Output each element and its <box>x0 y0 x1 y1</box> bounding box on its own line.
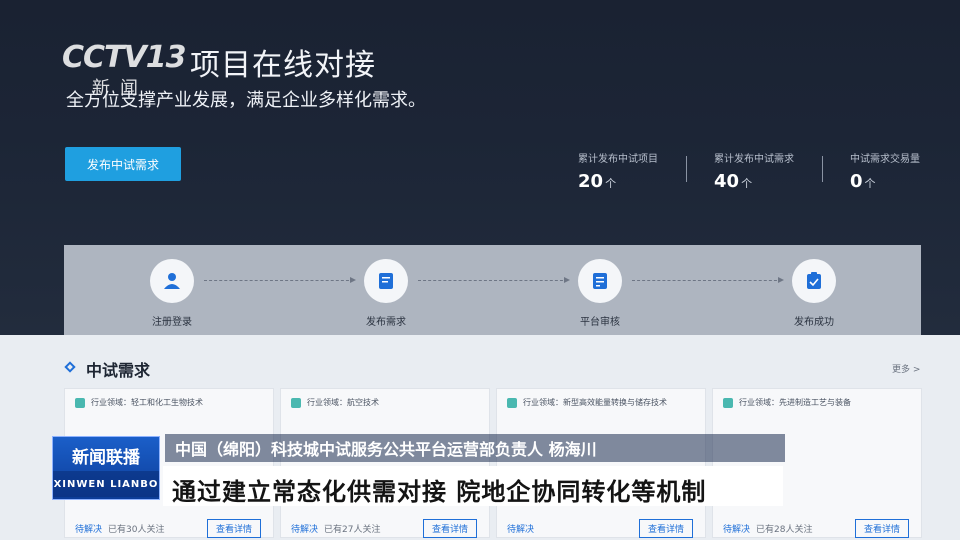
review-icon <box>578 259 622 303</box>
stat-number: 20 <box>578 171 604 192</box>
edit-document-icon <box>364 259 408 303</box>
card-tag: 行业领域：航空技术 <box>291 397 379 408</box>
card-tag: 行业领域：轻工和化工生物技术 <box>75 397 203 408</box>
card-tag-text: 行业领域：新型高效能量转换与储存技术 <box>523 398 667 407</box>
step-success: 发布成功 <box>769 259 859 328</box>
page-title: 项目在线对接 <box>190 48 376 83</box>
stat-value: 40 个 <box>714 171 794 192</box>
stat-label: 中试需求交易量 <box>850 154 920 165</box>
arrow-icon <box>418 277 570 283</box>
step-publish: 发布需求 <box>341 259 431 328</box>
page-subtitle: 全方位支撑产业发展，满足企业多样化需求。 <box>66 90 426 111</box>
stat-demands: 累计发布中试需求 40 个 <box>714 150 794 192</box>
stat-projects: 累计发布中试项目 20 个 <box>578 150 658 192</box>
clipboard-check-icon <box>792 259 836 303</box>
card-tag-text: 行业领域：轻工和化工生物技术 <box>91 398 203 407</box>
card-footer: 待解决 已有27人关注 查看详情 <box>281 519 489 538</box>
stat-transactions: 中试需求交易量 0个 <box>850 150 920 192</box>
tag-icon <box>75 397 85 408</box>
view-details-button[interactable]: 查看详情 <box>638 519 693 538</box>
card-status: 待解决 <box>291 525 319 535</box>
stat-unit: 个 <box>605 177 617 190</box>
user-icon <box>150 259 194 303</box>
demand-card[interactable]: 行业领域：新型高效能量转换与储存技术 待解决 查看详情 <box>496 388 706 538</box>
step-review: 平台审核 <box>555 259 645 328</box>
section-title: 中试需求 <box>86 361 151 380</box>
card-footer: 待解决 已有30人关注 查看详情 <box>65 519 273 538</box>
tag-icon <box>291 397 301 408</box>
card-follow: 已有28人关注 <box>756 525 813 535</box>
step-register: 注册登录 <box>127 259 217 328</box>
view-details-button[interactable]: 查看详情 <box>854 519 909 538</box>
step-label: 注册登录 <box>152 317 192 328</box>
card-footer: 待解决 查看详情 <box>497 519 705 538</box>
stat-unit: 个 <box>741 177 753 190</box>
step-label: 发布需求 <box>366 317 406 328</box>
card-tag: 行业领域：先进制造工艺与装备 <box>723 397 851 408</box>
publish-demand-button[interactable]: 发布中试需求 <box>65 147 181 181</box>
card-follow: 已有27人关注 <box>324 525 381 535</box>
caption-main: 通过建立常态化供需对接 院地企协同转化等机制 <box>172 478 707 506</box>
card-follow: 已有30人关注 <box>108 525 165 535</box>
step-label: 发布成功 <box>794 317 834 328</box>
process-steps: 注册登录 发布需求 平台审核 发布成功 <box>64 245 921 335</box>
card-tag-text: 行业领域：航空技术 <box>307 398 379 407</box>
card-status: 待解决 <box>723 525 751 535</box>
card-status: 待解决 <box>507 525 535 535</box>
card-tag: 行业领域：新型高效能量转换与储存技术 <box>507 397 667 408</box>
program-name-en: XINWEN LIANBO <box>53 479 159 490</box>
arrow-icon <box>204 277 356 283</box>
tag-icon <box>507 397 517 408</box>
more-link[interactable]: 更多 > <box>892 362 920 375</box>
caption-speaker: 中国（绵阳）科技城中试服务公共平台运营部负责人 杨海川 <box>175 440 597 459</box>
stat-unit: 个 <box>864 177 876 190</box>
stat-number: 40 <box>714 171 740 192</box>
stat-label: 累计发布中试项目 <box>578 154 658 165</box>
program-name-cn: 新闻联播 <box>72 448 140 468</box>
card-footer: 待解决 已有28人关注 查看详情 <box>713 519 921 538</box>
stat-label: 累计发布中试需求 <box>714 154 794 165</box>
stat-divider <box>822 156 823 182</box>
step-label: 平台审核 <box>580 317 620 328</box>
logo-main: CCTV13 <box>62 40 186 75</box>
tag-icon <box>723 397 733 408</box>
view-details-button[interactable]: 查看详情 <box>206 519 261 538</box>
demand-card[interactable]: 行业领域：先进制造工艺与装备 待解决 已有28人关注 查看详情 <box>712 388 922 538</box>
card-tag-text: 行业领域：先进制造工艺与装备 <box>739 398 851 407</box>
card-status: 待解决 <box>75 525 103 535</box>
demand-card[interactable]: 行业领域：航空技术 待解决 已有27人关注 查看详情 <box>280 388 490 538</box>
xinwen-lianbo-logo: 新闻联播 XINWEN LIANBO <box>52 436 160 500</box>
view-details-button[interactable]: 查看详情 <box>422 519 477 538</box>
arrow-icon <box>632 277 784 283</box>
stat-number: 0 <box>850 171 863 192</box>
stat-value: 0个 <box>850 171 920 192</box>
stat-divider <box>686 156 687 182</box>
stat-value: 20 个 <box>578 171 658 192</box>
